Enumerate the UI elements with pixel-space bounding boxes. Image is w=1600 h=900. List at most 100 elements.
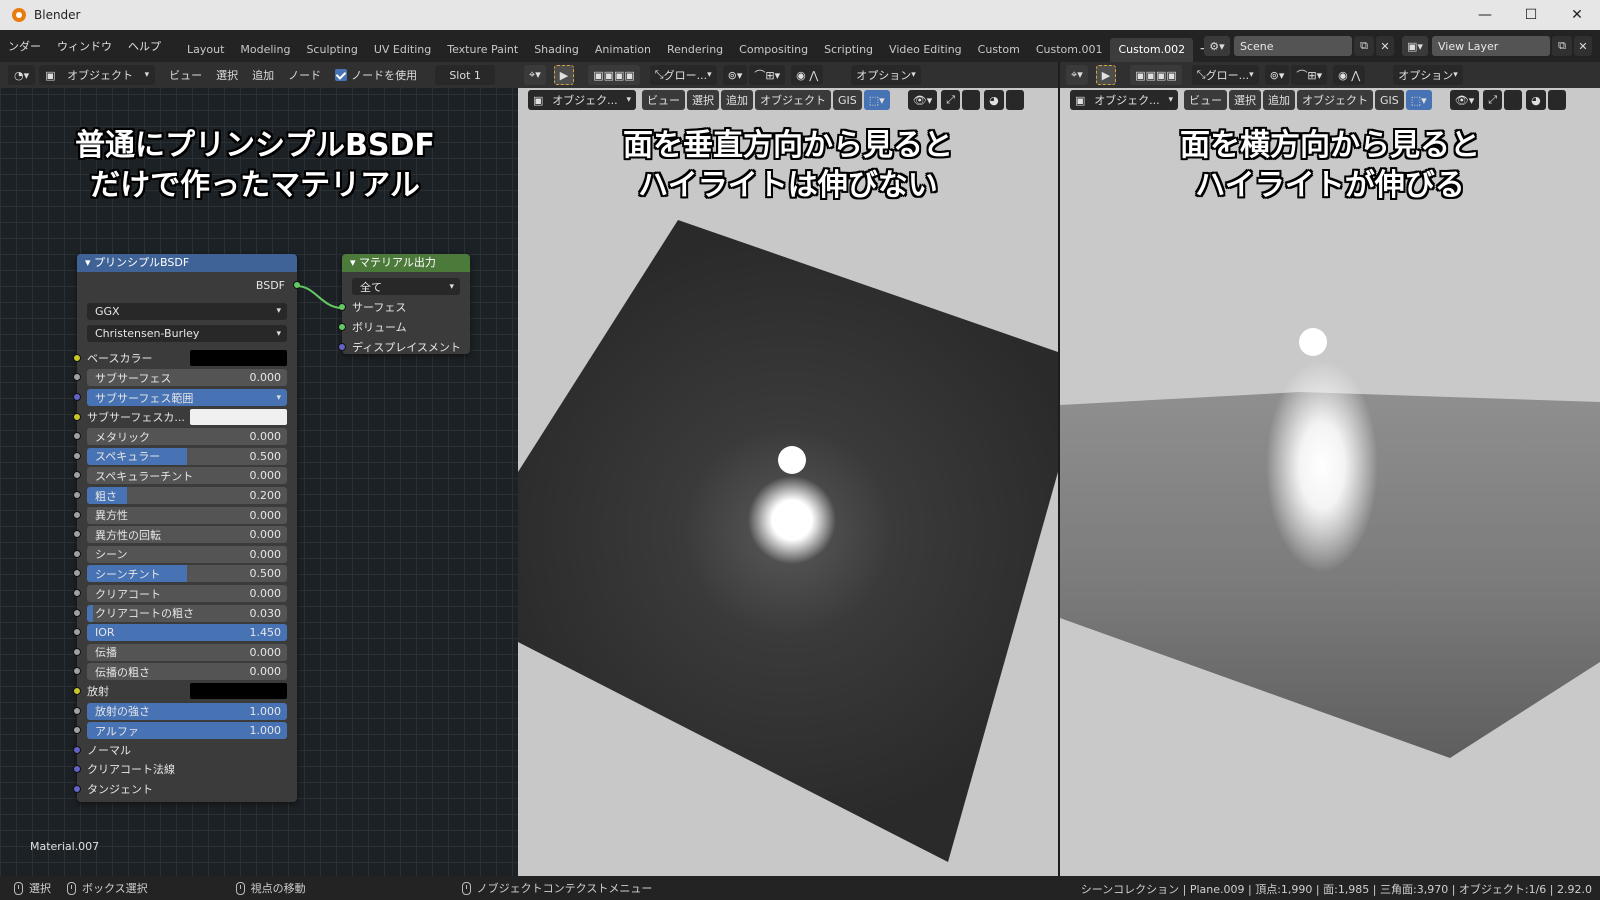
tab-compositing[interactable]: Compositing bbox=[731, 38, 816, 62]
clearcoat-roughness-socket[interactable] bbox=[73, 608, 81, 617]
shader-node-editor[interactable]: ◔▾ ▣ オブジェクト ▾ ビュー 選択 追加 ノード ノードを使用 Slot … bbox=[0, 62, 518, 876]
tab-shading[interactable]: Shading bbox=[526, 38, 587, 62]
interaction-mode-dropdown[interactable]: ▣ オブジェク... ▾ bbox=[528, 90, 636, 110]
transform-orientation-dropdown[interactable]: ⤡ グロー... ▾ bbox=[1191, 65, 1259, 85]
principled-bsdf-header[interactable]: ▾ プリンシプルBSDF bbox=[77, 254, 297, 272]
menu-help[interactable]: ヘルプ bbox=[120, 38, 169, 54]
field-clearcoat[interactable]: クリアコート 0.000 bbox=[87, 585, 287, 602]
delete-scene-icon[interactable]: ✕ bbox=[1376, 36, 1394, 56]
field-emission-strength[interactable]: 放射の強さ 1.000 bbox=[87, 702, 287, 720]
menu-view[interactable]: ビュー bbox=[642, 90, 685, 110]
options-dropdown[interactable]: オプション ▾ bbox=[1393, 65, 1463, 85]
new-view-layer-icon[interactable]: ⧉ bbox=[1552, 36, 1572, 56]
tab-sculpting[interactable]: Sculpting bbox=[298, 38, 365, 62]
collapse-arrow-icon[interactable]: ▾ bbox=[85, 256, 94, 269]
subsurface-socket[interactable] bbox=[73, 373, 81, 382]
specular-socket[interactable] bbox=[73, 451, 81, 460]
menu-object[interactable]: オブジェクト bbox=[1297, 90, 1373, 110]
tab-custom-002[interactable]: Custom.002 bbox=[1110, 38, 1194, 62]
menu-gis[interactable]: GIS bbox=[1375, 90, 1404, 110]
scene-selector-icon[interactable]: ⚙▾ bbox=[1204, 36, 1230, 56]
transmission-socket[interactable] bbox=[73, 647, 81, 656]
field-roughness[interactable]: 粗さ 0.200 bbox=[87, 487, 287, 504]
anisotropic-socket[interactable] bbox=[73, 510, 81, 519]
menu-window[interactable]: ウィンドウ bbox=[49, 38, 120, 54]
close-button[interactable]: ✕ bbox=[1554, 0, 1600, 30]
tab-custom-001[interactable]: Custom.001 bbox=[1028, 38, 1111, 62]
field-alpha[interactable]: アルファ 1.000 bbox=[87, 722, 287, 740]
overlays-dropdown-icon[interactable] bbox=[1005, 90, 1024, 110]
field-ior[interactable]: IOR 1.450 bbox=[87, 624, 287, 642]
overlays-dropdown-icon[interactable] bbox=[1547, 90, 1566, 110]
material-output-node[interactable]: ▾ マテリアル出力 全て ▾ サーフェス ボリューム ディスプレイスメント bbox=[338, 254, 470, 354]
slot-dropdown[interactable]: Slot 1 bbox=[435, 65, 496, 85]
gizmo-icon[interactable]: ⤢ bbox=[941, 90, 961, 110]
visibility-eye-icon[interactable]: 👁▾ bbox=[1449, 90, 1480, 110]
visibility-eye-icon[interactable]: 👁▾ bbox=[907, 90, 938, 110]
specular-tint-socket[interactable] bbox=[73, 471, 81, 480]
menu-node[interactable]: ノード bbox=[288, 67, 321, 83]
overlays-icon[interactable]: ◕ bbox=[1526, 90, 1546, 110]
menu-gis[interactable]: GIS bbox=[833, 90, 862, 110]
clearcoat-normal-socket[interactable] bbox=[73, 765, 81, 774]
field-subsurface[interactable]: サブサーフェス 0.000 bbox=[87, 369, 287, 387]
roughness-socket[interactable] bbox=[73, 491, 81, 499]
menu-add[interactable]: 追加 bbox=[252, 67, 274, 83]
select-cursor-icon[interactable]: ▶ bbox=[1095, 65, 1117, 85]
menu-object[interactable]: オブジェクト bbox=[755, 90, 831, 110]
select-mode-icons[interactable]: ▣▣▣▣ bbox=[588, 65, 640, 85]
tab-layout[interactable]: Layout bbox=[179, 38, 232, 62]
displacement-socket[interactable] bbox=[338, 343, 346, 351]
gizmo-dropdown-icon[interactable] bbox=[1504, 90, 1523, 110]
clearcoat-socket[interactable] bbox=[73, 589, 81, 597]
base-color-socket[interactable] bbox=[73, 353, 81, 362]
field-sheen-tint[interactable]: シーンチント 0.500 bbox=[87, 565, 287, 583]
tab-uv-editing[interactable]: UV Editing bbox=[366, 38, 439, 62]
proportional-edit-icon[interactable]: ◉ ⋀ bbox=[1333, 65, 1366, 85]
principled-bsdf-node[interactable]: ▾ プリンシプルBSDF BSDF GGX ▾ Christensen-Burley ▾… bbox=[73, 254, 301, 802]
ior-socket[interactable] bbox=[73, 628, 81, 637]
output-target-dropdown[interactable]: 全て ▾ bbox=[352, 278, 460, 295]
distribution-dropdown[interactable]: GGX ▾ bbox=[87, 302, 287, 320]
subsurface-color-socket[interactable] bbox=[73, 412, 81, 421]
delete-view-layer-icon[interactable]: ✕ bbox=[1574, 36, 1592, 56]
sheen-tint-socket[interactable] bbox=[73, 569, 81, 578]
menu-view[interactable]: ビュー bbox=[169, 67, 202, 83]
base-color-swatch[interactable] bbox=[190, 349, 287, 366]
options-dropdown[interactable]: オプション ▾ bbox=[851, 65, 921, 85]
gizmo-dropdown-icon[interactable] bbox=[962, 90, 981, 110]
snap-magnet-icon[interactable]: ⌒⊞▾ bbox=[749, 65, 786, 85]
interaction-mode-dropdown[interactable]: ▣ オブジェク... ▾ bbox=[1070, 90, 1178, 110]
tangent-socket[interactable] bbox=[73, 785, 81, 793]
minimize-button[interactable]: — bbox=[1462, 0, 1508, 30]
sheen-socket[interactable] bbox=[73, 549, 81, 558]
emission-color-swatch[interactable] bbox=[190, 683, 287, 699]
new-scene-icon[interactable]: ⧉ bbox=[1354, 36, 1374, 56]
pivot-point-icon[interactable]: ⊚▾ bbox=[1264, 65, 1290, 85]
tab-scripting[interactable]: Scripting bbox=[816, 38, 881, 62]
field-specular[interactable]: スペキュラー 0.500 bbox=[87, 447, 287, 465]
field-metallic[interactable]: メタリック 0.000 bbox=[87, 428, 287, 446]
field-anisotropic[interactable]: 異方性 0.000 bbox=[87, 506, 287, 524]
menu-select[interactable]: 選択 bbox=[1229, 90, 1261, 110]
surface-socket[interactable] bbox=[338, 303, 346, 311]
maximize-button[interactable]: ☐ bbox=[1508, 0, 1554, 30]
select-cursor-icon[interactable]: ▶ bbox=[553, 65, 575, 85]
menu-select[interactable]: 選択 bbox=[687, 90, 719, 110]
menu-render[interactable]: ンダー bbox=[0, 38, 49, 54]
editor-type-icon[interactable]: ⌖▾ bbox=[524, 65, 546, 85]
viewport-right[interactable]: ⌖▾ ▶ ▣▣▣▣ ⤡ グロー... ▾ ⊚▾ ⌒⊞▾ ◉ ⋀ オプション ▾ … bbox=[1060, 62, 1600, 876]
field-transmission[interactable]: 伝播 0.000 bbox=[87, 643, 287, 661]
scene-name-field[interactable]: Scene bbox=[1234, 36, 1352, 56]
collapse-arrow-icon[interactable]: ▾ bbox=[350, 256, 359, 269]
snap-magnet-icon[interactable]: ⌒⊞▾ bbox=[1291, 65, 1328, 85]
tab-rendering[interactable]: Rendering bbox=[659, 38, 731, 62]
subsurface-radius-socket[interactable] bbox=[73, 393, 81, 401]
tab-animation[interactable]: Animation bbox=[587, 38, 659, 62]
tab-video-editing[interactable]: Video Editing bbox=[881, 38, 970, 62]
select-mode-icons[interactable]: ▣▣▣▣ bbox=[1130, 65, 1182, 85]
gis-tools-icon[interactable]: ⬚▾ bbox=[1405, 90, 1432, 110]
field-transmission-roughness[interactable]: 伝播の粗さ 0.000 bbox=[87, 663, 287, 681]
proportional-edit-icon[interactable]: ◉ ⋀ bbox=[791, 65, 824, 85]
pivot-point-icon[interactable]: ⊚▾ bbox=[722, 65, 748, 85]
